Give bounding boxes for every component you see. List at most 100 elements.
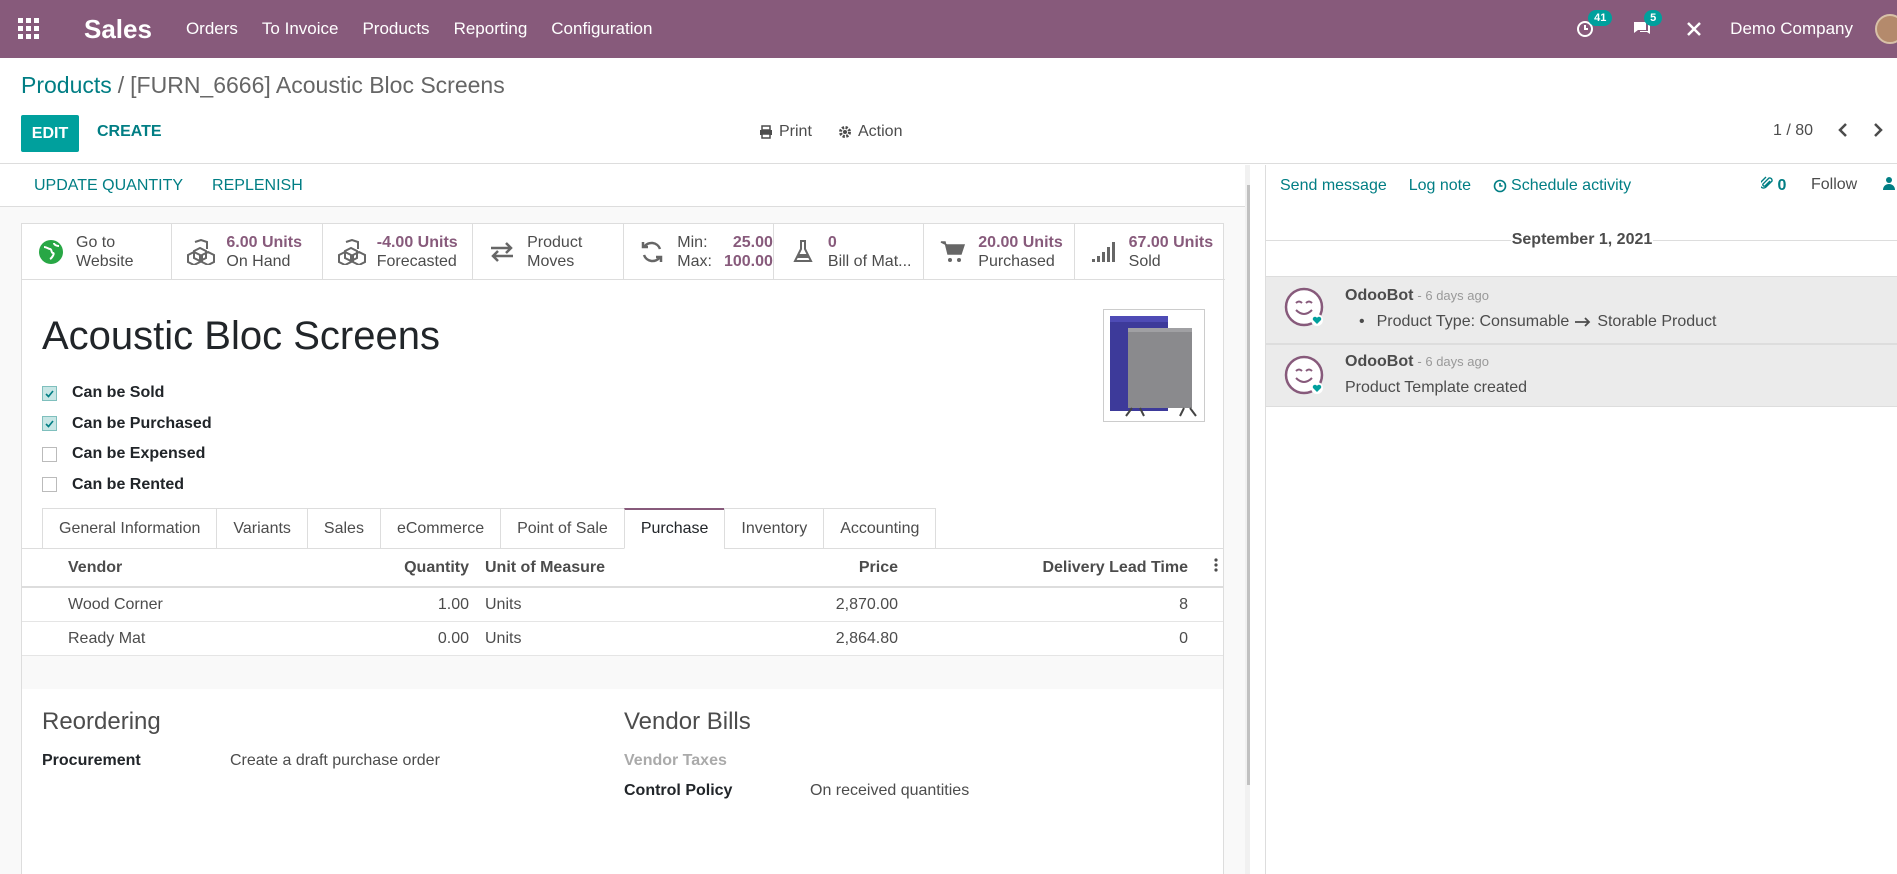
vendor-bills-section-title: Vendor Bills	[624, 708, 751, 735]
shopping-cart-icon	[938, 237, 968, 267]
cubes-icon	[337, 237, 367, 267]
menu-orders[interactable]: Orders	[186, 19, 238, 39]
forecasted-label: Forecasted	[376, 253, 457, 270]
menu-reporting[interactable]: Reporting	[454, 19, 528, 39]
edit-button[interactable]: EDIT	[21, 115, 79, 152]
column-vendor[interactable]: Vendor	[22, 559, 262, 577]
chevron-right-icon	[1874, 123, 1883, 137]
pager-next-button[interactable]	[1872, 122, 1884, 143]
procurement-label: Procurement	[42, 752, 141, 769]
refresh-icon	[638, 237, 668, 267]
globe-icon	[36, 237, 66, 267]
update-quantity-button[interactable]: UPDATE QUANTITY	[34, 177, 183, 195]
menu-configuration[interactable]: Configuration	[551, 19, 652, 39]
date-separator: September 1, 2021	[1266, 231, 1897, 249]
column-price[interactable]: Price	[737, 559, 908, 577]
activity-menu[interactable]: 41	[1576, 10, 1613, 38]
tab-accounting[interactable]: Accounting	[823, 508, 937, 549]
followers-icon[interactable]	[1882, 176, 1896, 195]
can-be-purchased-checkbox[interactable]	[42, 416, 57, 432]
can-be-rented-option[interactable]: Can be Rented	[42, 470, 212, 501]
tab-purchase[interactable]: Purchase	[623, 508, 725, 549]
sold-button[interactable]: 67.00 Units Sold	[1075, 224, 1225, 280]
column-quantity[interactable]: Quantity	[262, 559, 477, 577]
tab-point-of-sale[interactable]: Point of Sale	[500, 508, 624, 549]
can-be-rented-checkbox[interactable]	[42, 477, 57, 493]
can-be-expensed-label: Can be Expensed	[72, 445, 206, 463]
print-label: Print	[779, 123, 812, 140]
reordering-rules-button[interactable]: Min: 25.00 Max: 100.00	[624, 224, 774, 280]
attachments-button[interactable]: 0	[1759, 176, 1786, 195]
min-value: 25.00	[732, 234, 773, 251]
form-sheet: Go to Website 6.00 Units On Hand -4.00 Uni…	[21, 223, 1225, 874]
purchased-button[interactable]: 20.00 Units Purchased	[924, 224, 1075, 280]
breadcrumb-separator: /	[117, 72, 125, 98]
forecasted-button[interactable]: -4.00 Units Forecasted	[323, 224, 474, 280]
control-panel: Products / [FURN_6666] Acoustic Bloc Scree…	[0, 58, 1897, 164]
optional-columns-icon[interactable]	[1208, 558, 1223, 577]
signal-icon	[1089, 237, 1119, 267]
purchased-label: Purchased	[978, 253, 1055, 270]
can-be-rented-label: Can be Rented	[72, 475, 185, 493]
breadcrumb-products-link[interactable]: Products	[21, 72, 112, 98]
go-to-website-button[interactable]: Go to Website	[22, 224, 173, 280]
form-scrollbar-thumb[interactable]	[1247, 185, 1250, 785]
message-count-badge: 5	[1644, 10, 1663, 26]
menu-products[interactable]: Products	[362, 19, 429, 39]
menu-to-invoice[interactable]: To Invoice	[262, 19, 339, 39]
pager-value[interactable]: 1 / 80	[1773, 122, 1813, 140]
product-options: Can be Sold Can be Purchased Can be Expe…	[42, 378, 212, 500]
message-date: - 6 days ago	[1417, 354, 1489, 369]
pager-previous-button[interactable]	[1837, 122, 1849, 143]
schedule-activity-button[interactable]: Schedule activity	[1493, 177, 1631, 195]
moves-line2: Moves	[527, 253, 575, 270]
control-policy-value: On received quantities	[810, 782, 970, 799]
bill-of-materials-button[interactable]: 0 Bill of Mat...	[774, 224, 925, 280]
chatter-message[interactable]: OdooBot - 6 days ago • Product Type: Cons…	[1266, 276, 1897, 344]
max-label: Max:	[677, 253, 712, 270]
user-avatar[interactable]	[1875, 14, 1897, 44]
tab-inventory[interactable]: Inventory	[724, 508, 824, 549]
create-button[interactable]: CREATE	[97, 123, 162, 141]
breadcrumb: Products / [FURN_6666] Acoustic Bloc Scree…	[21, 72, 505, 99]
table-row[interactable]: Ready Mat 0.00 Units 2,864.80 0	[22, 622, 1223, 656]
send-message-button[interactable]: Send message	[1280, 177, 1387, 195]
replenish-button[interactable]: REPLENISH	[212, 177, 303, 195]
odoobot-avatar	[1284, 287, 1324, 327]
lead-time-cell: 0	[1179, 629, 1188, 647]
exchange-icon	[487, 237, 517, 267]
quantity-cell: 1.00	[437, 595, 469, 613]
can-be-sold-checkbox[interactable]	[42, 385, 57, 401]
follow-button[interactable]: Follow	[1811, 176, 1857, 194]
product-moves-button[interactable]: Product Moves	[473, 224, 624, 280]
product-image[interactable]	[1103, 309, 1205, 422]
can-be-purchased-option[interactable]: Can be Purchased	[42, 409, 212, 440]
company-switcher[interactable]: Demo Company	[1730, 19, 1853, 39]
apps-menu-icon[interactable]	[0, 0, 58, 58]
table-row[interactable]: Wood Corner 1.00 Units 2,870.00 8	[22, 588, 1223, 622]
check-icon	[45, 390, 54, 398]
log-note-button[interactable]: Log note	[1409, 177, 1471, 195]
tab-variants[interactable]: Variants	[216, 508, 307, 549]
can-be-sold-option[interactable]: Can be Sold	[42, 378, 212, 409]
app-name[interactable]: Sales	[84, 14, 152, 45]
print-button[interactable]: Print	[759, 123, 812, 141]
column-unit-of-measure[interactable]: Unit of Measure	[477, 559, 737, 577]
tab-sales[interactable]: Sales	[306, 508, 380, 549]
on-hand-button[interactable]: 6.00 Units On Hand	[172, 224, 323, 280]
reordering-section-title: Reordering	[42, 708, 161, 735]
messaging-menu[interactable]: 5	[1632, 10, 1663, 38]
table-header: Vendor Quantity Unit of Measure Price De…	[22, 549, 1223, 588]
action-button[interactable]: Action	[838, 123, 902, 141]
vendor-taxes-label: Vendor Taxes	[624, 752, 727, 769]
tab-ecommerce[interactable]: eCommerce	[379, 508, 501, 549]
can-be-expensed-option[interactable]: Can be Expensed	[42, 439, 212, 470]
tab-general-information[interactable]: General Information	[42, 508, 217, 549]
column-delivery-lead-time[interactable]: Delivery Lead Time	[908, 559, 1208, 577]
can-be-expensed-checkbox[interactable]	[42, 446, 57, 462]
smart-button-box: Go to Website 6.00 Units On Hand -4.00 Uni…	[22, 224, 1225, 280]
flask-icon	[788, 237, 818, 267]
chatter-message[interactable]: OdooBot - 6 days ago Product Template cre…	[1266, 344, 1897, 407]
message-body: • Product Type: Consumable Storable Prod…	[1359, 313, 1717, 330]
debug-tools-icon[interactable]	[1686, 21, 1702, 37]
